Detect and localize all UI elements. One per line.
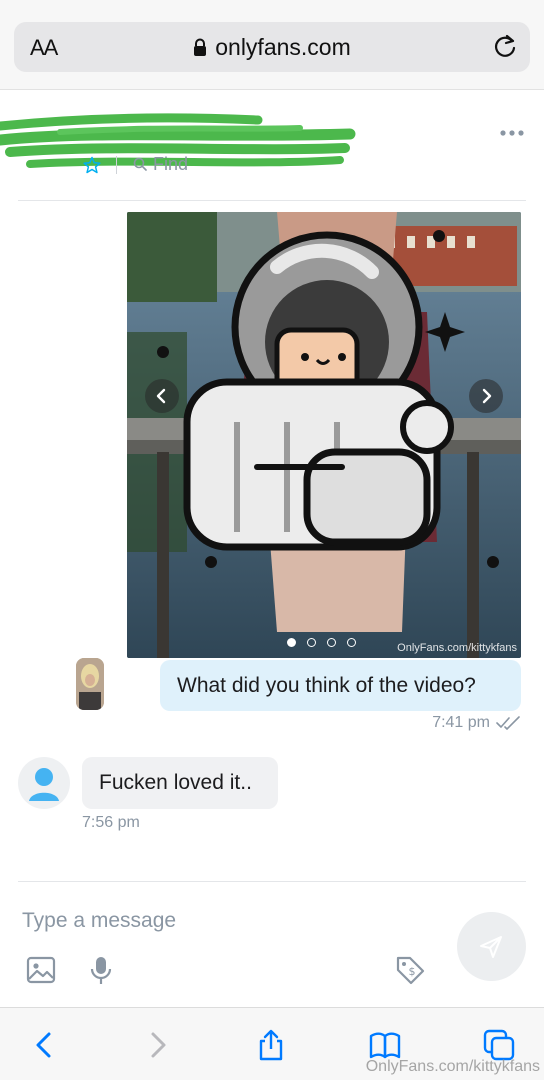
- url-text: onlyfans.com: [215, 34, 351, 60]
- message-timestamp: 7:41 pm: [432, 714, 490, 731]
- microphone-icon[interactable]: [85, 954, 117, 986]
- header-divider-line: [18, 200, 526, 201]
- message-timestamp: 7:56 pm: [82, 814, 140, 831]
- chat-header: Find: [0, 90, 544, 201]
- outgoing-message-bubble: What did you think of the video?: [160, 660, 521, 711]
- browser-toolbar: OnlyFans.com/kittykfans: [0, 1007, 544, 1080]
- find-button[interactable]: Find: [133, 154, 188, 175]
- price-tag-icon[interactable]: $: [394, 954, 426, 986]
- message-input[interactable]: [22, 903, 442, 939]
- address-bar[interactable]: AA onlyfans.com: [14, 22, 530, 72]
- lock-icon: [193, 35, 207, 56]
- tabs-icon: [483, 1029, 515, 1061]
- chevron-left-icon: [36, 1032, 51, 1058]
- tabs-button[interactable]: [482, 1028, 516, 1062]
- page-watermark: OnlyFans.com/kittykfans: [365, 1058, 540, 1075]
- share-button[interactable]: [254, 1028, 288, 1062]
- slide-dot-3[interactable]: [327, 638, 336, 647]
- image-icon[interactable]: [25, 954, 57, 986]
- browser-address-area: AA onlyfans.com: [0, 0, 544, 90]
- share-icon: [259, 1029, 283, 1061]
- send-icon: [480, 936, 502, 958]
- slide-dot-1[interactable]: [287, 638, 296, 647]
- avatar[interactable]: [18, 757, 70, 809]
- find-label: Find: [153, 154, 189, 174]
- search-icon: [133, 157, 147, 171]
- header-divider: [116, 156, 117, 174]
- media-attachment[interactable]: OnlyFans.com/kittykfans: [127, 212, 521, 658]
- media-prev-button[interactable]: [145, 379, 179, 413]
- reload-icon[interactable]: [492, 33, 518, 59]
- more-icon[interactable]: [500, 124, 524, 136]
- read-receipt-icon: [496, 716, 522, 730]
- star-icon[interactable]: [83, 156, 101, 174]
- composer-divider: [18, 881, 526, 882]
- media-photo: [127, 212, 521, 658]
- forward-button[interactable]: [140, 1028, 174, 1062]
- book-icon: [369, 1032, 401, 1059]
- bookmarks-button[interactable]: [368, 1028, 402, 1062]
- slide-dot-2[interactable]: [307, 638, 316, 647]
- chevron-right-icon: [151, 1032, 166, 1058]
- incoming-message-bubble: Fucken loved it..: [82, 757, 278, 809]
- media-watermark: OnlyFans.com/kittykfans: [397, 642, 517, 654]
- avatar[interactable]: [76, 658, 104, 710]
- send-button[interactable]: [457, 912, 526, 981]
- chevron-right-icon: [482, 388, 492, 404]
- url-display[interactable]: onlyfans.com: [14, 34, 530, 61]
- slide-dot-4[interactable]: [347, 638, 356, 647]
- back-button[interactable]: [28, 1028, 62, 1062]
- media-next-button[interactable]: [469, 379, 503, 413]
- user-icon: [29, 768, 59, 801]
- svg-text:$: $: [409, 965, 416, 978]
- chevron-left-icon: [156, 388, 166, 404]
